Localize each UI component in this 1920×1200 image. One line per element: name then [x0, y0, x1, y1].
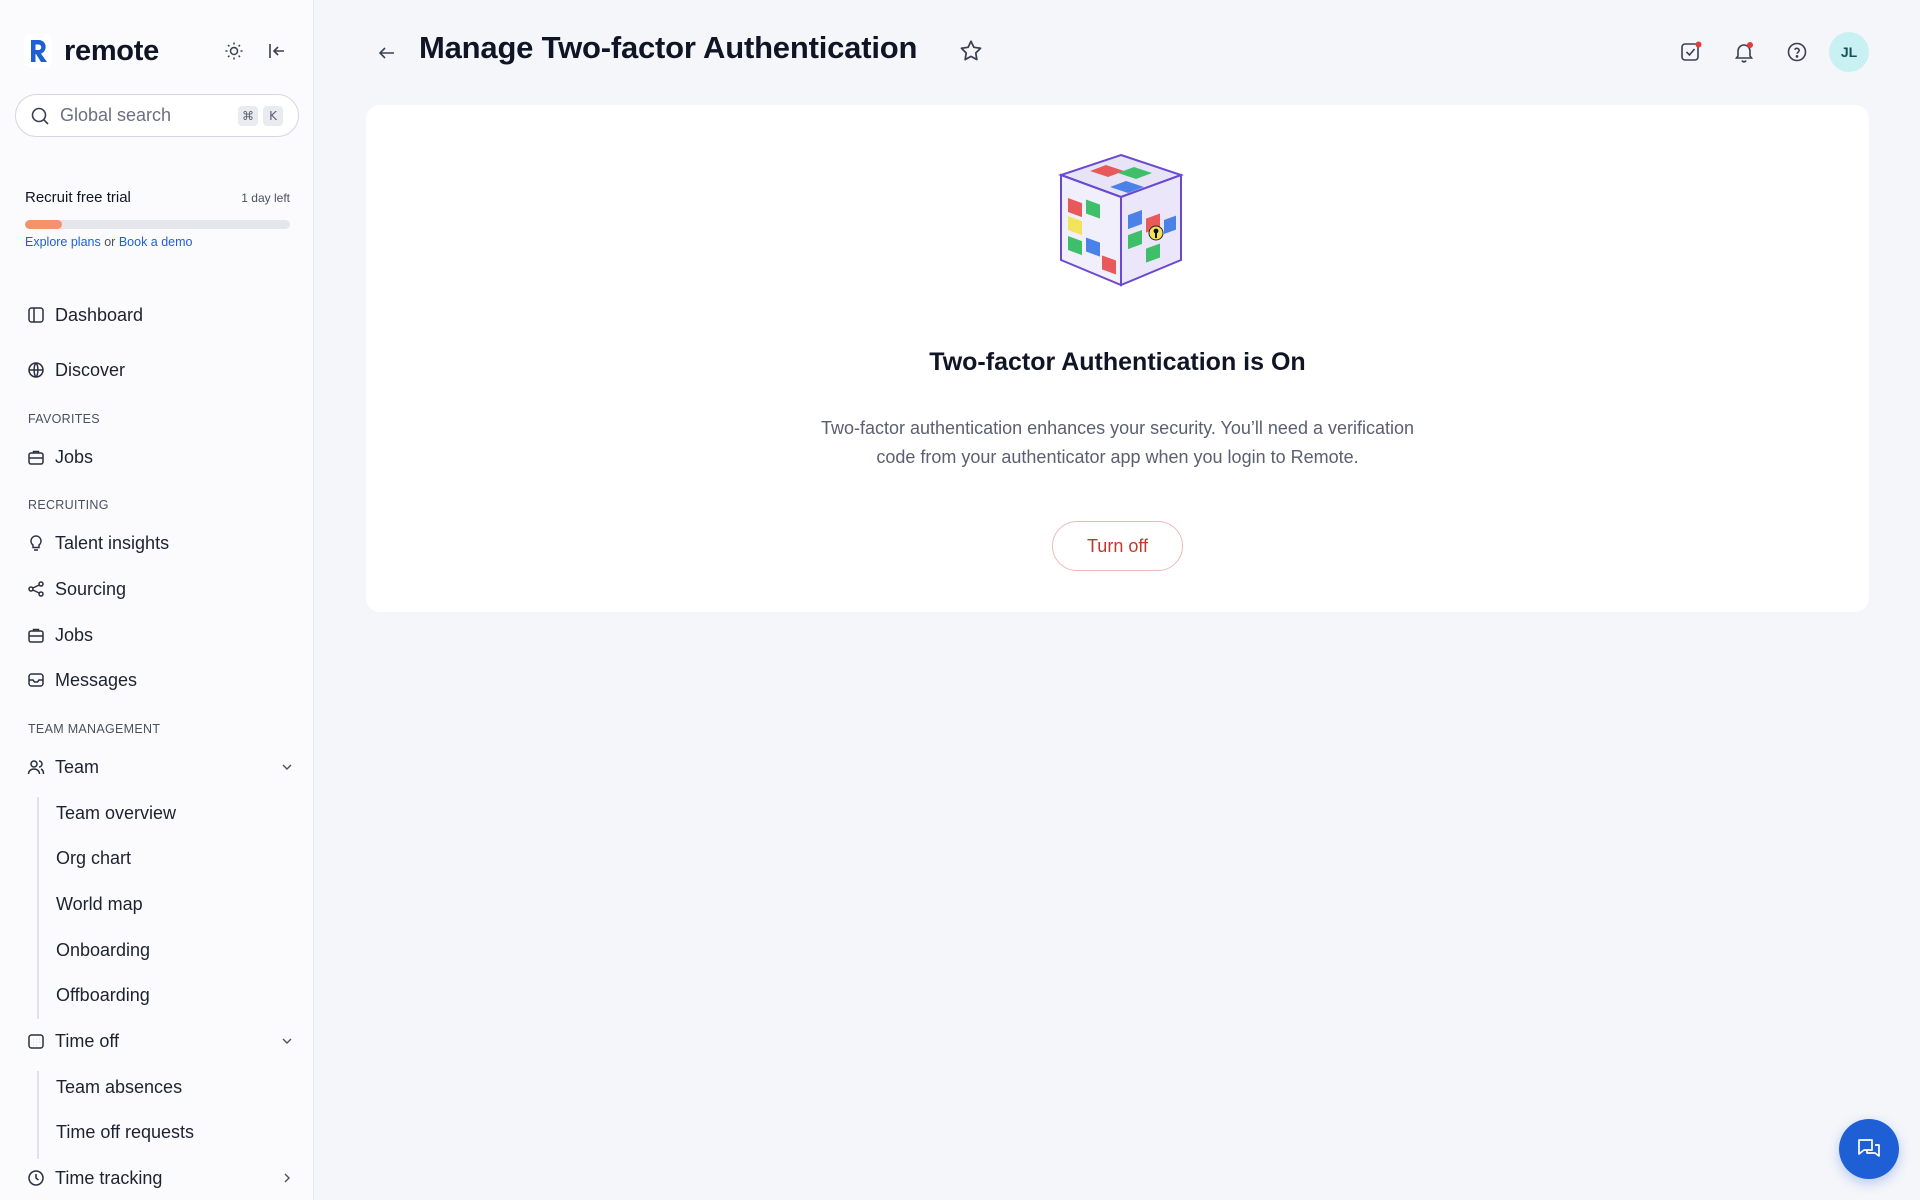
- two-factor-card: Two-factor Authentication is On Two-fact…: [366, 105, 1869, 612]
- nav-talent-insights[interactable]: Talent insights: [27, 528, 295, 558]
- nav-time-off-requests[interactable]: Time off requests: [56, 1117, 194, 1147]
- turn-off-button[interactable]: Turn off: [1052, 521, 1183, 571]
- nav-team-absences[interactable]: Team absences: [56, 1072, 182, 1102]
- sidebar: remote ⌘ K Recruit free trial 1 day left…: [0, 0, 314, 1200]
- nav-time-off[interactable]: Time off: [27, 1026, 295, 1056]
- time-off-subnav-line: [37, 1071, 39, 1159]
- lightbulb-icon: [27, 534, 45, 552]
- chat-support-button[interactable]: [1839, 1119, 1899, 1179]
- explore-plans-link[interactable]: Explore plans: [25, 235, 101, 249]
- nav-talent-insights-label: Talent insights: [55, 532, 170, 553]
- nav-dashboard-label: Dashboard: [55, 304, 144, 325]
- nav-discover-label: Discover: [55, 359, 126, 380]
- remote-logo-icon: [24, 34, 52, 68]
- trial-banner: Recruit free trial 1 day left Explore pl…: [25, 189, 290, 249]
- nav-favorite-jobs-label: Jobs: [55, 446, 94, 467]
- nav-favorite-jobs[interactable]: Jobs: [27, 442, 295, 472]
- chevron-down-icon: [282, 1038, 292, 1044]
- team-subnav-line: [37, 797, 39, 1019]
- two-factor-description: Two-factor authentication enhances your …: [366, 414, 1869, 472]
- nav-sourcing-label: Sourcing: [55, 578, 127, 599]
- collapse-sidebar-icon[interactable]: [264, 38, 290, 64]
- description-line-1: Two-factor authentication enhances your …: [820, 418, 1414, 438]
- calendar-icon: [27, 1032, 45, 1050]
- nav-sourcing[interactable]: Sourcing: [27, 574, 295, 604]
- users-icon: [27, 758, 45, 776]
- kbd-cmd: ⌘: [238, 105, 258, 126]
- nav-jobs[interactable]: Jobs: [27, 620, 295, 650]
- trial-or: or: [104, 235, 116, 249]
- book-demo-link[interactable]: Book a demo: [119, 235, 193, 249]
- nav-time-tracking-label: Time tracking: [55, 1167, 163, 1188]
- nav-team[interactable]: Team: [27, 752, 295, 782]
- globe-icon: [27, 361, 45, 379]
- nav-onboarding[interactable]: Onboarding: [56, 935, 150, 965]
- nav-team-label: Team: [55, 756, 100, 777]
- trial-progress-fill: [25, 220, 63, 229]
- global-search[interactable]: ⌘ K: [15, 94, 299, 137]
- chat-bubbles-icon: [1858, 1139, 1880, 1157]
- brand[interactable]: remote: [24, 34, 159, 68]
- nav-messages-label: Messages: [55, 669, 138, 690]
- nav-messages[interactable]: Messages: [27, 665, 295, 695]
- tasks-button[interactable]: [1677, 38, 1705, 66]
- favorites-section-label: FAVORITES: [28, 412, 100, 426]
- trial-remaining: 1 day left: [241, 190, 290, 205]
- share-icon: [27, 580, 45, 598]
- dashboard-icon: [27, 306, 45, 324]
- arrow-left-icon: [378, 47, 394, 59]
- two-factor-status-title: Two-factor Authentication is On: [929, 348, 1306, 376]
- trial-progress: [25, 220, 290, 229]
- search-input[interactable]: [60, 105, 220, 126]
- chevron-down-icon: [282, 764, 292, 770]
- trial-title: Recruit free trial: [25, 189, 131, 206]
- search-shortcut: ⌘ K: [233, 105, 283, 126]
- star-icon: [960, 40, 982, 61]
- nav-time-off-label: Time off: [55, 1030, 120, 1051]
- help-button[interactable]: [1783, 38, 1811, 66]
- nav-time-tracking[interactable]: Time tracking: [27, 1163, 295, 1193]
- recruiting-section-label: RECRUITING: [28, 498, 109, 512]
- notifications-button[interactable]: [1730, 38, 1758, 66]
- clock-icon: [27, 1169, 45, 1187]
- user-avatar[interactable]: JL: [1829, 32, 1869, 72]
- nav-dashboard[interactable]: Dashboard: [27, 300, 295, 330]
- theme-toggle-sun-icon[interactable]: [221, 38, 247, 64]
- chevron-right-icon: [284, 1173, 290, 1183]
- briefcase-icon: [27, 626, 45, 644]
- brand-name: remote: [64, 34, 159, 67]
- briefcase-icon: [27, 448, 45, 466]
- rubiks-cube-lock-illustration: [1057, 153, 1185, 287]
- nav-jobs-label: Jobs: [55, 624, 94, 645]
- kbd-k: K: [263, 105, 283, 126]
- checkbox-icon: [1681, 41, 1702, 61]
- help-circle-icon: [1787, 42, 1807, 62]
- favorite-star-button[interactable]: [958, 38, 984, 64]
- description-line-2: code from your authenticator app when yo…: [876, 447, 1359, 467]
- nav-offboarding[interactable]: Offboarding: [56, 980, 150, 1010]
- nav-team-overview[interactable]: Team overview: [56, 798, 176, 828]
- bell-icon: [1734, 42, 1754, 63]
- nav-world-map[interactable]: World map: [56, 889, 143, 919]
- nav-discover[interactable]: Discover: [27, 355, 295, 385]
- back-button[interactable]: [374, 40, 400, 66]
- nav-org-chart[interactable]: Org chart: [56, 843, 131, 873]
- inbox-icon: [27, 671, 45, 689]
- search-icon: [31, 107, 49, 125]
- team-management-section-label: TEAM MANAGEMENT: [28, 722, 161, 736]
- page-title: Manage Two-factor Authentication: [419, 30, 918, 65]
